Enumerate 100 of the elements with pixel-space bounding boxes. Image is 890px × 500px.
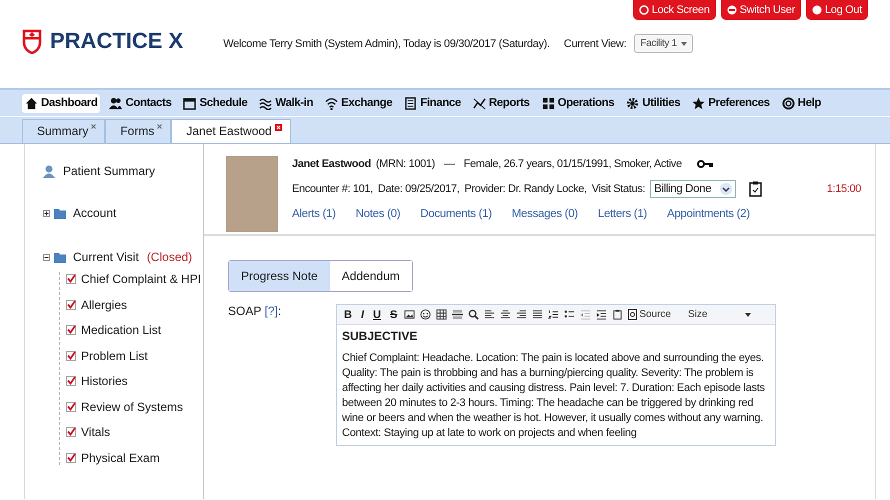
horizontal-line-icon[interactable] [452, 309, 464, 320]
align-center-icon[interactable] [500, 309, 512, 320]
nav-menu-item[interactable]: Finance [401, 94, 464, 112]
tree-item[interactable]: Review of Systems [81, 400, 184, 414]
nav-menu-item[interactable]: Contacts [106, 94, 174, 112]
nav-menu-item[interactable]: Reports [470, 94, 533, 112]
record-link[interactable]: Messages (0) [512, 208, 578, 220]
nav-menu-item[interactable]: Exchange [322, 94, 396, 112]
paste-icon[interactable] [612, 309, 624, 320]
folder-icon [54, 208, 66, 218]
patient-details: Female, 26.7 years, 01/15/1991, Smoker, Active [464, 158, 682, 170]
tree-item[interactable]: Histories [81, 374, 128, 388]
key-icon [696, 160, 713, 168]
record-link[interactable]: Documents (1) [420, 208, 492, 220]
align-left-icon[interactable] [484, 309, 496, 320]
tree-item[interactable]: Problem List [81, 348, 148, 362]
format-button[interactable]: I [358, 308, 366, 320]
checked-checkbox-icon[interactable] [66, 376, 76, 386]
people-icon [109, 96, 122, 110]
bulleted-list-icon[interactable] [564, 309, 576, 320]
nav-menu-item[interactable]: Help [778, 94, 824, 112]
note-paragraph: Chief Complaint: Headache. Location: The pain is located above and surrounding the eyes. Quality: The pain is throbbing and has a burning/piercing quality. Severity: The problem is affecting her daily activities and causing distress. Pain level: 7. Duration: Each episode lasts between 20 minutes to 2-3 hours. Timing: The headache can be triggered by drinking red wine or beers and when the weather is hot. However, it usually comes without any warning. Context: Staying up at late to work on projects and when feeling [342, 351, 766, 441]
smiley-icon[interactable] [420, 309, 432, 320]
document-tab[interactable]: Summary [22, 119, 106, 143]
tree-item[interactable]: Chief Complaint & HPI [81, 272, 202, 286]
visit-status-text: (Closed) [146, 250, 192, 264]
home-icon [25, 96, 38, 110]
checked-checkbox-icon[interactable] [66, 325, 76, 335]
format-button[interactable]: U [371, 308, 383, 320]
ring-icon [638, 5, 649, 15]
nav-menu-item[interactable]: Schedule [180, 94, 250, 112]
record-link[interactable]: Appointments (2) [666, 208, 750, 220]
checked-checkbox-icon[interactable] [66, 452, 76, 462]
wifi-icon [325, 96, 338, 110]
grid-icon [542, 96, 555, 110]
welcome-text: Welcome Terry Smith (System Admin), Today is 09/30/2017 (Saturday). [223, 38, 550, 50]
format-button[interactable]: B [342, 308, 354, 320]
tree-item[interactable]: Current Visit [73, 250, 139, 264]
image-icon[interactable] [404, 309, 416, 320]
source-button[interactable]: Source [628, 309, 671, 320]
waves-icon [259, 96, 272, 110]
indent-icon[interactable] [596, 309, 608, 320]
record-link[interactable]: Notes (0) [356, 208, 400, 220]
checked-checkbox-icon[interactable] [66, 402, 76, 412]
separator-dash: — [444, 158, 455, 170]
clipboard-icon[interactable] [749, 181, 762, 197]
mrn-text: (MRN: 1001) [376, 158, 435, 170]
checked-checkbox-icon[interactable] [66, 350, 76, 360]
search-icon[interactable] [468, 309, 480, 320]
current-view-label: Current View: [564, 38, 626, 50]
close-icon[interactable] [157, 124, 162, 129]
tree-item[interactable]: Allergies [81, 298, 128, 312]
nav-menu-item[interactable]: Walk-in [256, 94, 316, 112]
note-tab[interactable]: Progress Note [229, 261, 330, 291]
nav-menu-item[interactable]: Dashboard [22, 94, 100, 112]
checked-checkbox-icon[interactable] [66, 300, 76, 310]
record-link[interactable]: Letters (1) [598, 208, 647, 220]
close-icon[interactable] [91, 124, 96, 129]
rich-text-editor[interactable] [336, 304, 776, 446]
header-button[interactable]: Log Out [806, 0, 868, 20]
size-dropdown[interactable]: Size [682, 308, 758, 321]
caret-icon [745, 313, 752, 317]
encounter-detail: Provider: Dr. Randy Locke, [464, 183, 587, 195]
visit-status-label: Visit Status: [592, 183, 646, 195]
app-logo-text: PRACTICE X [50, 28, 184, 54]
calendar-icon [183, 96, 196, 110]
tree-item[interactable]: Patient Summary [63, 164, 156, 178]
folder-icon [54, 252, 66, 262]
encounter-detail: Date: 09/25/2017, [378, 183, 460, 195]
tree-item[interactable]: Account [73, 206, 116, 220]
expand-icon[interactable] [43, 210, 50, 216]
session-timer: 1:15:00 [826, 183, 861, 195]
align-right-icon[interactable] [516, 309, 528, 320]
document-tab[interactable]: Forms [105, 119, 172, 143]
checked-checkbox-icon[interactable] [66, 427, 76, 437]
record-link[interactable]: Alerts (1) [292, 208, 336, 220]
dot-icon [812, 5, 822, 15]
facility-dropdown[interactable]: Facility 1 [634, 34, 693, 53]
numbered-list-icon[interactable] [548, 309, 560, 320]
collapse-icon[interactable] [43, 254, 50, 260]
tree-item[interactable]: Vitals [81, 425, 110, 439]
nav-menu-item[interactable]: Preferences [689, 94, 773, 112]
minus-circle-icon [726, 5, 737, 15]
patient-name: Janet Eastwood [292, 158, 371, 170]
header-button[interactable]: Lock Screen [632, 0, 716, 20]
checked-checkbox-icon[interactable] [66, 274, 76, 284]
tree-item[interactable]: Physical Exam [81, 450, 160, 464]
tree-item[interactable]: Medication List [81, 323, 162, 337]
visit-status-dropdown[interactable]: Billing Done [650, 180, 736, 198]
nav-menu-item[interactable]: Utilities [623, 94, 684, 112]
document-tab[interactable]: Janet Eastwood [171, 119, 291, 143]
justify-icon[interactable] [532, 309, 544, 320]
header-button[interactable]: Switch User [720, 0, 801, 20]
document-icon [628, 309, 638, 320]
nav-menu-item[interactable]: Operations [538, 94, 618, 112]
section-heading: SUBJECTIVE [342, 329, 418, 343]
format-button[interactable]: S [388, 308, 400, 320]
star-icon [692, 96, 706, 110]
table-icon[interactable] [436, 309, 448, 320]
encounter-detail: Encounter #: 101, [292, 183, 373, 195]
